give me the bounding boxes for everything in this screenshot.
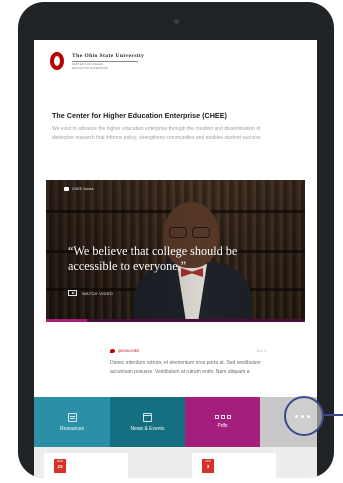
more-dots-icon	[295, 415, 310, 418]
video-progress-bar[interactable]	[46, 319, 305, 322]
osu-logo[interactable]	[50, 52, 70, 70]
camera-icon	[174, 19, 179, 24]
documents-icon	[214, 415, 231, 419]
video-badge: CHEE Voices	[64, 187, 94, 191]
quote-bubble-icon	[64, 187, 69, 191]
social-handle-label: @OSUCHEE	[118, 349, 140, 353]
event-day: 23	[57, 464, 63, 469]
event-card[interactable]: APR 3	[192, 453, 276, 478]
document-icon	[226, 415, 231, 419]
nav-pdfs-label: Pdfs	[217, 423, 228, 429]
brand-divider	[72, 61, 138, 62]
bottom-navigation: Resources News & Events Pdfs	[34, 397, 317, 447]
calendar-icon	[143, 412, 152, 422]
nav-resources-label: Resources	[60, 425, 84, 432]
social-post-text: Donec interdum rutrum, et elementum eros…	[110, 360, 261, 375]
department-line-2: EDUCATION ENTERPRISE	[72, 66, 109, 70]
event-card[interactable]: MAR 23	[44, 453, 128, 478]
dot	[301, 415, 304, 418]
play-icon	[68, 290, 77, 296]
twitter-bird-icon	[110, 349, 115, 353]
watch-video-label: WATCH VIDEO	[82, 290, 114, 296]
event-date-badge: MAR 23	[54, 459, 66, 473]
tablet-screen: The Ohio State University CENTER FOR HIG…	[34, 40, 317, 478]
university-name: The Ohio State University	[72, 53, 145, 59]
video-player[interactable]: CHEE Voices “We believe that college sho…	[46, 180, 305, 322]
dot	[295, 415, 298, 418]
event-day: 3	[206, 464, 210, 469]
event-month: APR	[205, 460, 211, 463]
social-post-date: Nov 9	[256, 349, 266, 353]
screenshot-stage: The Ohio State University CENTER FOR HIG…	[0, 0, 343, 483]
event-month: MAR	[57, 460, 63, 463]
document-icon	[214, 415, 219, 419]
nav-resources[interactable]: Resources	[34, 397, 110, 447]
event-date-badge: APR 3	[202, 459, 214, 473]
book-icon	[67, 412, 77, 422]
document-icon	[220, 415, 225, 419]
block-o-icon	[50, 52, 64, 70]
intro-text: We exist to advance the higher education…	[52, 126, 262, 141]
nav-news-events-label: News & Events	[130, 425, 165, 432]
social-handle[interactable]: @OSUCHEE	[110, 349, 139, 353]
video-progress-fill	[46, 319, 88, 322]
events-section: MAR 23 APR 3	[34, 447, 317, 478]
nav-pdfs[interactable]: Pdfs	[185, 397, 260, 447]
nav-news-events[interactable]: News & Events	[110, 397, 185, 447]
dot	[307, 415, 310, 418]
video-quote: “We believe that college should be acces…	[68, 244, 238, 273]
callout-line	[324, 414, 343, 416]
video-badge-label: CHEE Voices	[72, 187, 94, 191]
page-title: The Center for Higher Education Enterpri…	[52, 111, 227, 120]
watch-video-button[interactable]: WATCH VIDEO	[68, 290, 113, 296]
